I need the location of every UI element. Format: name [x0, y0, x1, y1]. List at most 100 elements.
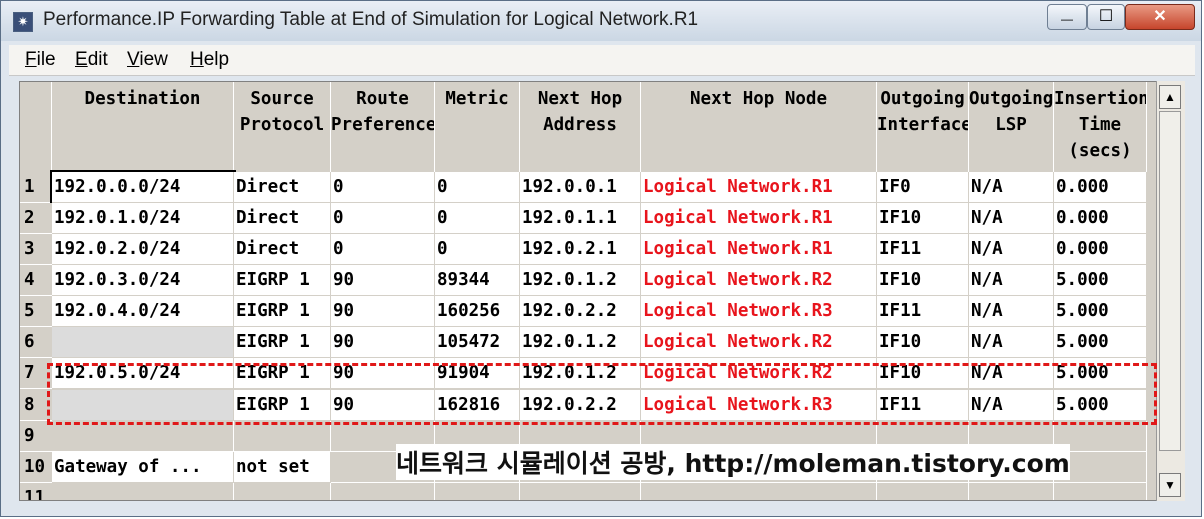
close-button[interactable]: ✕ — [1125, 4, 1195, 30]
table-cell-next-hop-address[interactable]: 192.0.2.1 — [520, 234, 641, 265]
table-cell-outgoing-lsp[interactable]: N/A — [969, 296, 1054, 327]
vertical-scrollbar[interactable]: ▲ ▼ — [1156, 81, 1185, 501]
table-cell-outgoing-lsp[interactable]: N/A — [969, 390, 1054, 421]
table-cell-next-hop-address[interactable]: 192.0.2.2 — [520, 296, 641, 327]
table-cell-insertion-time[interactable]: 5.000 — [1054, 327, 1147, 358]
table-cell-outgoing-interface[interactable]: IF10 — [877, 327, 969, 358]
table-cell-metric[interactable]: 0 — [435, 172, 520, 203]
table-cell-next-hop-address[interactable]: 192.0.1.2 — [520, 327, 641, 358]
menu-help[interactable]: Help — [190, 49, 229, 71]
row-header[interactable]: 7 — [20, 358, 52, 389]
row-header[interactable]: 8 — [20, 390, 52, 421]
table-cell-route-preference[interactable]: 0 — [331, 234, 435, 265]
title-bar[interactable]: ✷ Performance.IP Forwarding Table at End… — [1, 1, 1201, 41]
scroll-down-button[interactable]: ▼ — [1159, 473, 1181, 497]
table-cell-insertion-time[interactable] — [1054, 483, 1147, 500]
minimize-button[interactable]: — — [1047, 4, 1087, 30]
row-header[interactable]: 5 — [20, 296, 52, 327]
table-cell-outgoing-interface[interactable]: IF10 — [877, 203, 969, 234]
row-header[interactable]: 10 — [20, 452, 52, 483]
maximize-button[interactable]: ☐ — [1087, 4, 1125, 30]
table-cell-next-hop-address[interactable]: 192.0.1.1 — [520, 203, 641, 234]
table-cell-next-hop-node[interactable]: Logical Network.R3 — [641, 296, 877, 327]
table-cell-metric[interactable] — [435, 483, 520, 500]
column-header-outgoing-interface[interactable]: Outgoing Interface — [877, 82, 969, 172]
column-header-route-preference[interactable]: Route Preference — [331, 82, 435, 172]
table-cell-source-protocol[interactable]: EIGRP 1 — [234, 327, 331, 358]
row-header[interactable]: 4 — [20, 265, 52, 296]
table-cell-insertion-time[interactable]: 5.000 — [1054, 265, 1147, 296]
table-cell-outgoing-interface[interactable]: IF11 — [877, 234, 969, 265]
column-header-next-hop-address[interactable]: Next Hop Address — [520, 82, 641, 172]
table-cell-destination[interactable] — [52, 327, 234, 358]
table-cell-outgoing-interface[interactable]: IF0 — [877, 172, 969, 203]
table-cell-next-hop-node[interactable]: Logical Network.R1 — [641, 203, 877, 234]
table-cell-route-preference[interactable]: 0 — [331, 172, 435, 203]
table-cell-route-preference[interactable]: 90 — [331, 358, 435, 389]
table-cell-next-hop-node[interactable]: Logical Network.R1 — [641, 234, 877, 265]
row-header[interactable]: 1 — [20, 172, 52, 203]
column-header-next-hop-node[interactable]: Next Hop Node — [641, 82, 877, 172]
table-cell-metric[interactable]: 105472 — [435, 327, 520, 358]
column-header-source-protocol[interactable]: Source Protocol — [234, 82, 331, 172]
table-cell-next-hop-address[interactable]: 192.0.2.2 — [520, 390, 641, 421]
table-cell-metric[interactable]: 0 — [435, 234, 520, 265]
table-cell-next-hop-node[interactable] — [641, 483, 877, 500]
row-header[interactable]: 6 — [20, 327, 52, 358]
table-cell-next-hop-address[interactable] — [520, 483, 641, 500]
table-cell-outgoing-interface[interactable]: IF11 — [877, 296, 969, 327]
table-cell-insertion-time[interactable]: 0.000 — [1054, 234, 1147, 265]
table-cell-outgoing-lsp[interactable]: N/A — [969, 172, 1054, 203]
table-cell-route-preference[interactable]: 90 — [331, 327, 435, 358]
table-cell-outgoing-lsp[interactable]: N/A — [969, 265, 1054, 296]
table-cell-insertion-time[interactable]: 0.000 — [1054, 172, 1147, 203]
table-cell-next-hop-address[interactable]: 192.0.1.2 — [520, 265, 641, 296]
table-cell-destination[interactable]: 192.0.3.0/24 — [52, 265, 234, 296]
table-cell-outgoing-lsp[interactable]: N/A — [969, 327, 1054, 358]
table-cell-next-hop-node[interactable]: Logical Network.R2 — [641, 358, 877, 389]
table-cell-destination[interactable]: 192.0.2.0/24 — [52, 234, 234, 265]
table-cell-destination[interactable]: 192.0.5.0/24 — [52, 358, 234, 389]
table-cell-route-preference[interactable]: 90 — [331, 296, 435, 327]
table-cell-source-protocol[interactable]: EIGRP 1 — [234, 390, 331, 421]
table-cell-metric[interactable]: 160256 — [435, 296, 520, 327]
table-cell-source-protocol[interactable] — [234, 421, 331, 452]
table-cell-outgoing-interface[interactable] — [877, 483, 969, 500]
table-cell-outgoing-lsp[interactable]: N/A — [969, 358, 1054, 389]
table-cell-insertion-time[interactable]: 5.000 — [1054, 390, 1147, 421]
column-header-destination[interactable]: Destination — [52, 82, 234, 172]
table-cell-insertion-time[interactable]: 0.000 — [1054, 203, 1147, 234]
menu-edit[interactable]: Edit — [75, 49, 108, 71]
table-cell-metric[interactable]: 0 — [435, 203, 520, 234]
table-cell-next-hop-node[interactable]: Logical Network.R3 — [641, 390, 877, 421]
table-cell-destination[interactable]: 192.0.0.0/24 — [50, 170, 236, 205]
column-header-outgoing-lsp[interactable]: Outgoing LSP — [969, 82, 1054, 172]
table-cell-source-protocol[interactable] — [234, 483, 331, 500]
row-header[interactable]: 9 — [20, 421, 52, 452]
table-cell-destination[interactable]: Gateway of ... — [52, 452, 234, 483]
table-cell-next-hop-node[interactable]: Logical Network.R2 — [641, 265, 877, 296]
table-cell-route-preference[interactable]: 0 — [331, 203, 435, 234]
table-cell-insertion-time[interactable]: 5.000 — [1054, 358, 1147, 389]
table-cell-route-preference[interactable]: 90 — [331, 265, 435, 296]
table-cell-source-protocol[interactable]: EIGRP 1 — [234, 296, 331, 327]
table-cell-destination[interactable] — [52, 421, 234, 452]
table-cell-next-hop-address[interactable]: 192.0.1.2 — [520, 358, 641, 389]
table-cell-metric[interactable]: 91904 — [435, 358, 520, 389]
table-cell-metric[interactable]: 162816 — [435, 390, 520, 421]
column-header-insertion-time[interactable]: Insertion Time (secs) — [1054, 82, 1147, 172]
table-cell-destination[interactable] — [52, 483, 234, 500]
table-cell-outgoing-lsp[interactable]: N/A — [969, 203, 1054, 234]
menu-view[interactable]: View — [127, 49, 168, 71]
menu-file[interactable]: File — [25, 49, 56, 71]
table-cell-destination[interactable]: 192.0.1.0/24 — [52, 203, 234, 234]
table-cell-next-hop-node[interactable]: Logical Network.R1 — [641, 172, 877, 203]
row-header[interactable]: 2 — [20, 203, 52, 234]
table-cell-outgoing-lsp[interactable]: N/A — [969, 234, 1054, 265]
table-cell-destination[interactable] — [52, 390, 234, 421]
table-cell-route-preference[interactable]: 90 — [331, 390, 435, 421]
row-header[interactable]: 11 — [20, 483, 52, 500]
table-cell-destination[interactable]: 192.0.4.0/24 — [52, 296, 234, 327]
table-cell-outgoing-interface[interactable]: IF10 — [877, 358, 969, 389]
table-cell-outgoing-interface[interactable]: IF10 — [877, 265, 969, 296]
